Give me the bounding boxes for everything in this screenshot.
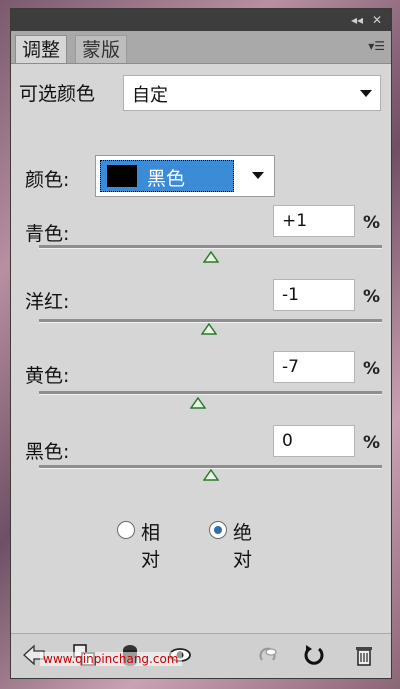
absolute-radio[interactable] — [209, 521, 227, 539]
magenta-label: 洋红: — [25, 291, 70, 313]
tab-adjustments[interactable]: 调整 — [15, 35, 68, 63]
magenta-slider-thumb[interactable] — [200, 323, 217, 335]
adjustments-panel: ◂◂ ✕ 调整 蒙版 ▾☰ 可选颜色 自定 颜色: 黑色 青色: % 洋红: %… — [10, 8, 392, 679]
watermark: www.qinpinchang.com — [40, 652, 182, 666]
view-previous-state-icon[interactable] — [255, 642, 281, 668]
black-label: 黑色: — [25, 441, 70, 463]
trash-icon[interactable] — [351, 642, 377, 668]
black-input[interactable] — [273, 425, 355, 457]
preset-label: 可选颜色 — [19, 83, 96, 105]
colors-selection: 黑色 — [100, 160, 234, 192]
color-swatch — [107, 165, 137, 187]
chevron-down-icon — [360, 90, 372, 97]
chevron-down-icon — [252, 172, 264, 179]
cyan-slider-track[interactable] — [39, 245, 382, 249]
collapse-icon[interactable]: ◂◂ — [349, 12, 365, 28]
panel-menu-icon[interactable]: ▾☰ — [368, 39, 385, 53]
yellow-unit: % — [363, 359, 381, 379]
relative-radio[interactable] — [117, 521, 135, 539]
panel-titlebar: ◂◂ ✕ — [11, 9, 391, 31]
yellow-slider-thumb[interactable] — [190, 397, 207, 409]
preset-dropdown[interactable]: 自定 — [123, 75, 381, 111]
black-unit: % — [363, 433, 381, 453]
yellow-label: 黄色: — [25, 365, 70, 387]
cyan-unit: % — [363, 213, 381, 233]
yellow-slider-track[interactable] — [39, 391, 382, 395]
yellow-input[interactable] — [273, 351, 355, 383]
reset-icon[interactable] — [301, 642, 327, 668]
tab-masks[interactable]: 蒙版 — [75, 35, 128, 63]
colors-value: 黑色 — [147, 168, 186, 190]
cyan-label: 青色: — [25, 223, 70, 245]
preset-value: 自定 — [132, 85, 168, 106]
tab-bar: 调整 蒙版 ▾☰ — [11, 31, 391, 64]
absolute-label[interactable]: 绝对 — [233, 518, 252, 572]
close-icon[interactable]: ✕ — [369, 12, 385, 28]
magenta-input[interactable] — [273, 279, 355, 311]
black-slider-thumb[interactable] — [202, 469, 219, 481]
colors-dropdown[interactable]: 黑色 — [95, 155, 275, 197]
cyan-input[interactable] — [273, 205, 355, 237]
magenta-unit: % — [363, 287, 381, 307]
relative-label[interactable]: 相对 — [141, 518, 160, 572]
cyan-slider-thumb[interactable] — [202, 251, 219, 263]
colors-label: 颜色: — [25, 169, 70, 191]
